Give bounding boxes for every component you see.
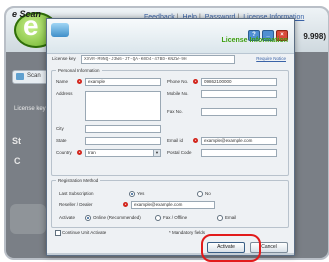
postal-code-field[interactable] <box>201 149 277 157</box>
highlight-annotation <box>201 234 261 262</box>
country-select[interactable]: Iran ▼ <box>85 149 161 157</box>
registration-method-title: Registration Method <box>56 178 101 183</box>
country-value: Iran <box>88 150 96 155</box>
email-radio[interactable] <box>217 215 223 221</box>
license-information-dialog: ? _ × License Information License key XXVR… <box>46 18 295 256</box>
screenshot-frame: e e Scan Feedback| Help| Password| Licen… <box>0 0 329 262</box>
fax-offline-radio[interactable] <box>155 215 161 221</box>
personal-information-title: Personal Information <box>56 68 102 73</box>
phone-label: Phone No. <box>167 79 189 84</box>
dialog-title: License Information <box>221 37 288 44</box>
state-label: State <box>56 138 67 143</box>
fax-offline-label: Fax / Offline <box>163 215 188 220</box>
fax-label: Fax No. <box>167 109 183 114</box>
required-marker: * <box>123 202 128 207</box>
mobile-label: Mobile No. <box>167 91 189 96</box>
online-radio[interactable] <box>85 215 91 221</box>
scan-tab-label: Scan <box>27 73 41 79</box>
required-marker: * <box>193 79 198 84</box>
reseller-label: Reseller / Dealer <box>59 202 93 207</box>
activate-method-label: Activate <box>59 215 76 220</box>
side-license-text: License key <box>14 106 46 112</box>
version-text: 9.998) <box>303 32 326 41</box>
last-subscription-label: Last Subscription <box>59 191 94 196</box>
dialog-app-icon <box>51 23 69 37</box>
required-marker: * <box>193 138 198 143</box>
postal-code-label: Postal Code <box>167 150 192 155</box>
license-key-label: License key <box>52 56 76 61</box>
name-field[interactable]: example <box>85 78 161 86</box>
email-field[interactable]: example@example.com <box>201 137 277 145</box>
required-marker: * <box>77 150 82 155</box>
email-option-label: Email <box>225 215 237 220</box>
state-field[interactable] <box>85 137 161 145</box>
license-key-field[interactable]: XXVR-M9NQ-J3W6-JT-QA-K0D4-47BD-KNZW-9H <box>81 55 235 64</box>
continue-checkbox[interactable] <box>55 230 61 236</box>
side-status-text: St <box>12 136 21 146</box>
name-label: Name <box>56 79 69 84</box>
app-brand-name: e Scan <box>12 9 42 19</box>
address-field[interactable] <box>85 91 161 121</box>
city-label: City <box>56 126 64 131</box>
side-bottom-panel <box>10 204 46 234</box>
address-label: Address <box>56 91 73 96</box>
no-label: No <box>205 191 211 196</box>
yes-radio[interactable] <box>129 191 135 197</box>
mandatory-fields-note: * Mandatory fields <box>169 230 206 235</box>
email-label: Email id <box>167 138 184 143</box>
side-c-text: C <box>14 156 21 166</box>
reseller-field[interactable]: example@example.com <box>131 201 215 209</box>
mobile-field[interactable] <box>201 90 277 98</box>
scan-icon <box>16 73 24 80</box>
phone-field[interactable]: 09862100000 <box>201 78 277 86</box>
no-radio[interactable] <box>197 191 203 197</box>
chevron-down-icon[interactable]: ▼ <box>153 150 160 156</box>
require-notice-link[interactable]: Require Notice <box>256 56 286 61</box>
online-label: Online (Recommended) <box>93 215 141 220</box>
fax-field[interactable] <box>201 108 277 116</box>
required-marker: * <box>77 79 82 84</box>
scan-tab[interactable]: Scan <box>12 70 50 84</box>
yes-label: Yes <box>137 191 145 196</box>
continue-label: Continue Unit Activate <box>62 230 107 235</box>
city-field[interactable] <box>85 125 161 133</box>
country-label: Country <box>56 150 72 155</box>
